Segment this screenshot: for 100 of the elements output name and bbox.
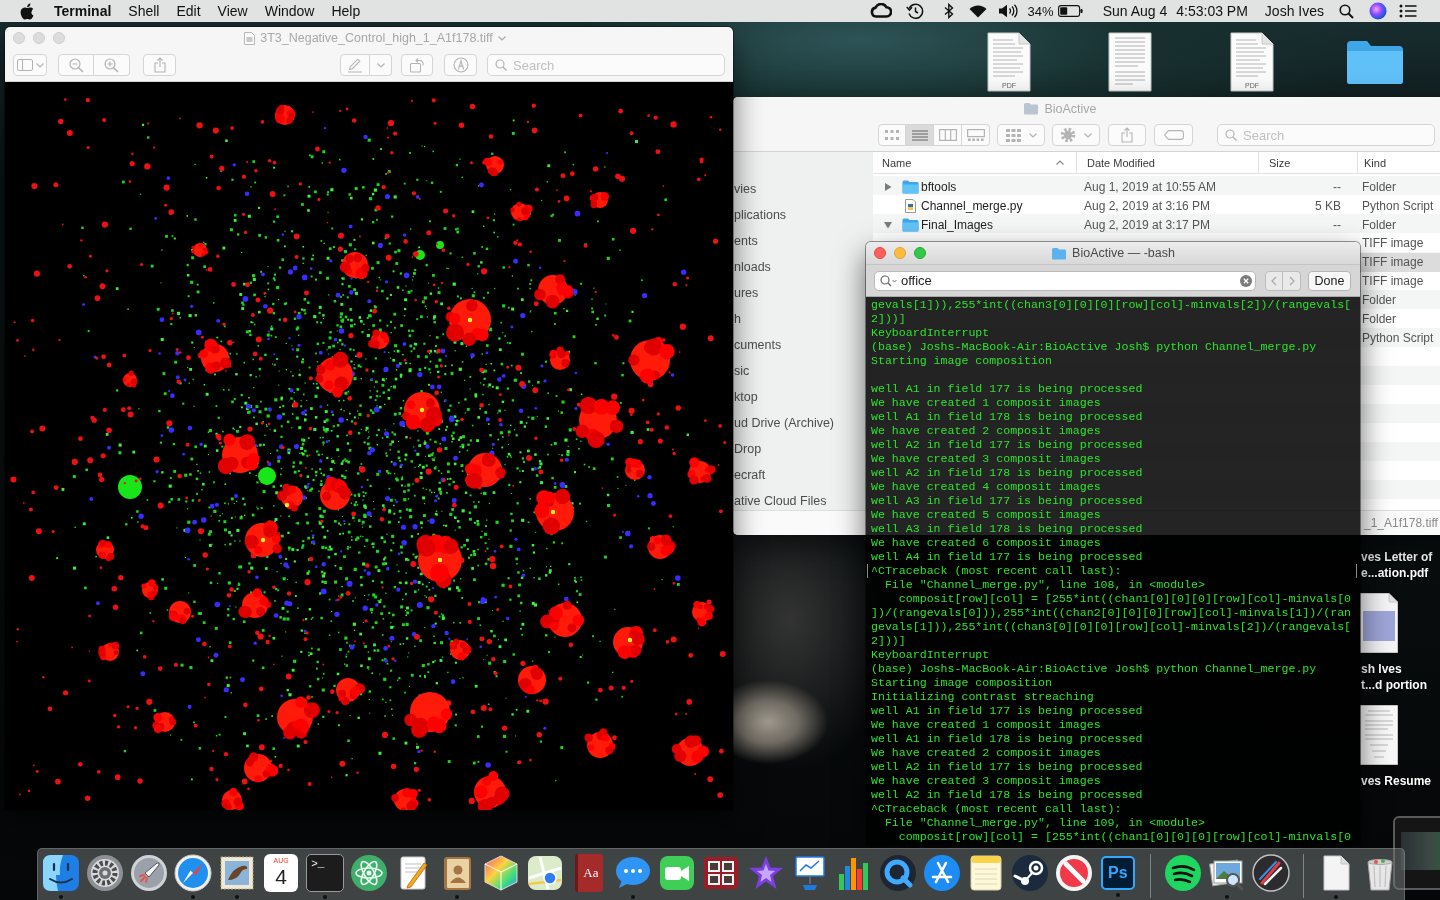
search-field[interactable]: Search <box>487 54 725 76</box>
kind-cell[interactable]: TIFF image <box>1360 253 1440 272</box>
terminal-line: 2]))] <box>871 312 906 326</box>
kind-cell[interactable]: Python Script <box>1360 329 1440 348</box>
sidebar-item[interactable]: sic <box>733 358 750 384</box>
columns-icon <box>938 129 957 141</box>
column-header[interactable]: Kind <box>1357 152 1440 173</box>
disclosure-triangle-icon[interactable] <box>884 220 892 229</box>
menu-bar-date[interactable]: Sun Aug 4 <box>1102 3 1168 19</box>
bird-stamp-icon[interactable] <box>218 854 257 892</box>
column-header[interactable]: Date Modified <box>1076 152 1258 173</box>
piston-icon[interactable] <box>1010 854 1049 892</box>
sidebar-item[interactable]: ative Cloud Files <box>733 488 827 514</box>
menu-item[interactable]: View <box>217 3 248 19</box>
sidebar-item[interactable]: ud Drive (Archive) <box>733 410 835 436</box>
window-title: 3T3_Negative_Control_high_1_A1f178.tiff <box>260 31 493 45</box>
book-icon[interactable]: Aa <box>575 854 604 892</box>
terminal-line: We have created 2 composit images <box>871 424 1101 438</box>
ps-tile-icon[interactable]: Ps <box>1100 856 1135 890</box>
menu-item[interactable]: Shell <box>128 3 160 19</box>
document-icon[interactable] <box>1360 705 1398 765</box>
sidebar-item[interactable]: plications <box>733 202 787 228</box>
menu-bar-clock[interactable]: 4:53:03 PM <box>1176 3 1248 19</box>
menu-item[interactable]: Edit <box>176 3 201 19</box>
terminal-line: well A1 in field 177 is being processed <box>871 704 1143 718</box>
clock-history-icon[interactable] <box>905 3 924 19</box>
face-tile-icon[interactable] <box>42 854 80 892</box>
app-menu[interactable]: Terminal <box>54 3 112 19</box>
terminal-line: composit[row][col] = [255*int((chan1[0][0][0][row][col]-minvals[0 <box>897 592 1352 606</box>
document-icon[interactable] <box>1360 593 1398 653</box>
search-icon <box>880 274 897 287</box>
sidebar-item[interactable]: ents <box>733 228 758 254</box>
clear-button[interactable] <box>1240 274 1253 287</box>
sound-waves-icon[interactable] <box>1163 854 1202 892</box>
prompt-window-icon[interactable]: >_ <box>306 854 345 892</box>
crossed-sticks-icon[interactable] <box>922 854 961 892</box>
wifi-icon[interactable] <box>968 4 987 18</box>
sidebar-item[interactable]: ecraft <box>733 462 766 488</box>
compass-icon[interactable] <box>174 854 213 892</box>
chevron-right-icon <box>1288 275 1295 286</box>
photo-strip-icon[interactable] <box>702 854 741 892</box>
column-header[interactable]: Name <box>873 152 1076 173</box>
terminal-line: We have created 5 composit images <box>871 508 1101 522</box>
kind-cell[interactable]: Folder <box>1360 291 1440 310</box>
battery-percentage[interactable]: 34% <box>1027 3 1054 19</box>
terminal-line: well A1 in field 177 is being processed <box>871 382 1143 396</box>
share-icon <box>153 57 166 73</box>
document-icon[interactable] <box>1108 32 1152 92</box>
find-field[interactable]: office <box>874 270 1257 291</box>
disclosure-triangle-icon[interactable] <box>884 182 892 191</box>
ring-icon[interactable] <box>878 854 917 892</box>
kind-cell[interactable]: TIFF image <box>1360 272 1440 291</box>
file-row[interactable]: Final_Images Aug 2, 2019 at 3:17 PM -- Folder <box>873 215 1440 234</box>
terminal-line: well A1 in field 178 is being processed <box>871 732 1143 746</box>
atom-icon[interactable] <box>350 854 389 892</box>
search-field[interactable]: Search <box>1217 124 1435 146</box>
map-icon[interactable] <box>526 854 565 892</box>
file-name-label[interactable]: ves Letter of e...ation.pdf <box>1361 549 1433 581</box>
folder-icon[interactable] <box>1345 39 1405 85</box>
user-name[interactable]: Josh Ives <box>1264 3 1324 19</box>
kind-cell[interactable]: TIFF image <box>1360 234 1440 253</box>
sidebar-item[interactable]: vies <box>733 176 757 202</box>
window-title: BioActive — -bash <box>1072 246 1175 260</box>
terminal-line: 2]))] <box>871 634 906 648</box>
sidebar-item[interactable]: h <box>733 306 741 332</box>
slash-circle-icon[interactable] <box>1054 854 1093 892</box>
search-icon[interactable] <box>1339 3 1354 19</box>
siri-orb-icon[interactable] <box>1369 2 1387 20</box>
date-cell-text: Aug 2, 2019 at 3:16 PM <box>1083 198 1212 213</box>
apple-logo-icon[interactable] <box>20 2 34 20</box>
menu-item[interactable]: Window <box>264 3 315 19</box>
terminal-line: KeyboardInterrupt <box>871 326 990 340</box>
file-row[interactable]: bftools Aug 1, 2019 at 10:55 AM -- Folder <box>873 177 1440 196</box>
kind-cell[interactable]: Folder <box>1360 310 1440 329</box>
cloud-icon[interactable] <box>869 3 892 19</box>
bluetooth-icon[interactable] <box>943 3 954 19</box>
file-row[interactable]: Channel_merge.py Aug 2, 2019 at 3:16 PM 5 KB Python Script <box>873 196 1440 215</box>
video-camera-icon[interactable] <box>658 854 697 892</box>
speaker-icon[interactable] <box>997 4 1019 18</box>
size-cell-text: -- <box>1332 217 1342 232</box>
close-button[interactable] <box>874 247 886 259</box>
menu-item[interactable]: Help <box>331 3 361 19</box>
rocket-icon[interactable] <box>130 854 169 892</box>
sidebar-item[interactable]: ures <box>733 280 759 306</box>
gear-icon[interactable] <box>86 854 125 892</box>
battery-icon[interactable] <box>1057 5 1083 17</box>
sidebar-item[interactable]: Drop <box>733 436 762 462</box>
cube-icon[interactable] <box>482 854 521 892</box>
terminal-line: We have created 4 composit images <box>871 480 1101 494</box>
done-button[interactable]: Done <box>1308 270 1351 291</box>
paint-brush-icon[interactable] <box>1251 854 1290 892</box>
file-name-label[interactable]: ves Resume <box>1361 773 1432 789</box>
file-name-label[interactable]: sh Ives t...d portion <box>1361 661 1427 693</box>
column-header[interactable]: Size <box>1258 152 1357 173</box>
sidebar-item[interactable]: ktop <box>733 384 758 410</box>
sidebar-item[interactable]: cuments <box>733 332 782 358</box>
terminal-line: We have created 1 composit images <box>871 396 1101 410</box>
chevron-down-icon <box>35 62 44 68</box>
list-icon[interactable] <box>1399 4 1417 18</box>
sidebar-item[interactable]: nloads <box>733 254 771 280</box>
